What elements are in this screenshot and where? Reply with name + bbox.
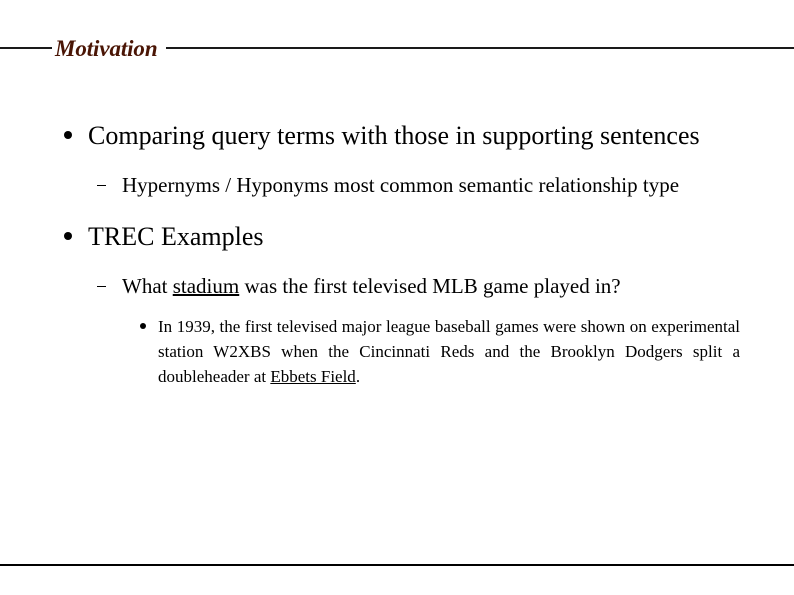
en-dash-icon <box>97 271 122 302</box>
bullet-level1-comparing: Comparing query terms with those in supp… <box>0 118 794 153</box>
answer-text-after: . <box>355 367 361 386</box>
slide-content: Comparing query terms with those in supp… <box>0 118 794 389</box>
bullet-level3-text: In 1939, the first televised major leagu… <box>158 314 740 389</box>
bullet-level2-hypernyms: Hypernyms / Hyponyms most common semanti… <box>0 170 794 201</box>
slide-canvas: { "slide": { "title": "Motivation", "tit… <box>0 0 794 595</box>
footer-divider <box>0 564 794 566</box>
bullet-level1-trec-examples: TREC Examples <box>0 219 794 254</box>
keyword-ebbets-field: Ebbets Field <box>270 367 356 386</box>
round-bullet-icon <box>62 219 88 254</box>
title-rule-right <box>165 47 794 49</box>
bullet-level2-text: What stadium was the first televised MLB… <box>122 271 740 302</box>
bullet-level1-text: Comparing query terms with those in supp… <box>88 121 700 150</box>
question-text-before: What <box>122 274 173 298</box>
bullet-level3-answer: In 1939, the first televised major leagu… <box>0 314 794 389</box>
keyword-stadium: stadium <box>172 274 240 298</box>
question-text-after: was the first televised MLB game played … <box>239 274 621 298</box>
bullet-level2-question: What stadium was the first televised MLB… <box>0 271 794 302</box>
bullet-level1-text: TREC Examples <box>88 222 264 251</box>
answer-text-before: In 1939, the first televised major leagu… <box>158 317 740 386</box>
bullet-level2-text: Hypernyms / Hyponyms most common semanti… <box>122 173 680 197</box>
slide-title-band: Motivation <box>0 32 794 64</box>
page-title: Motivation <box>55 35 158 61</box>
round-bullet-icon <box>62 118 88 153</box>
en-dash-icon <box>97 170 122 201</box>
round-bullet-icon <box>140 314 158 339</box>
title-rule-left <box>0 47 52 49</box>
